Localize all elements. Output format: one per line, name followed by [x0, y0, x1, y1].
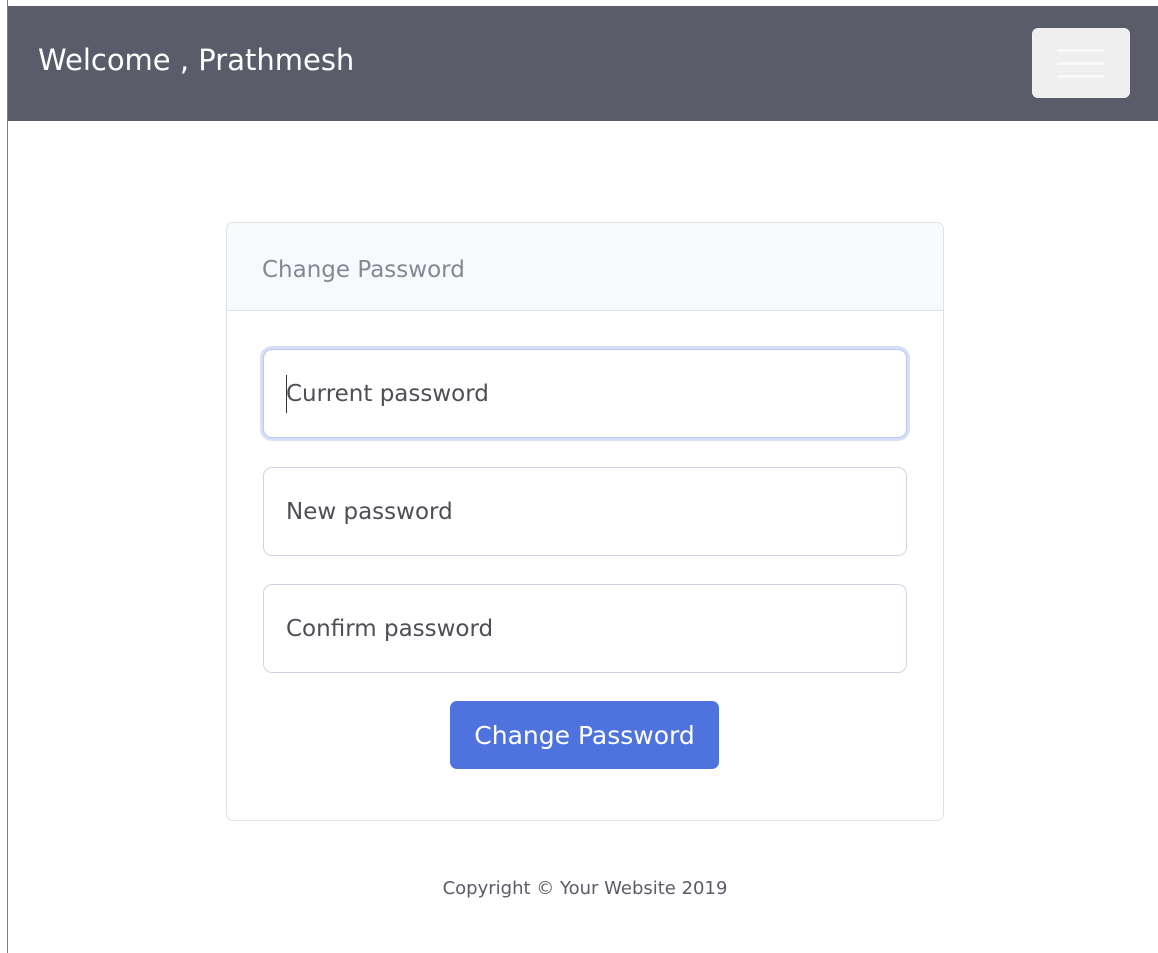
hamburger-menu-icon: [1057, 62, 1105, 65]
change-password-card: Change Password Change Password: [226, 222, 944, 821]
text-caret: [286, 375, 287, 413]
navbar-toggle-button[interactable]: [1032, 28, 1130, 98]
change-password-button[interactable]: Change Password: [450, 701, 719, 769]
footer-copyright: Copyright © Your Website 2019: [442, 878, 728, 899]
current-password-input[interactable]: [263, 349, 907, 438]
confirm-password-input[interactable]: [263, 584, 907, 673]
welcome-brand[interactable]: Welcome , Prathmesh: [38, 42, 354, 78]
new-password-input[interactable]: [263, 467, 907, 556]
hamburger-menu-icon: [1057, 49, 1105, 52]
card-header: Change Password: [227, 223, 943, 311]
top-navbar: Welcome , Prathmesh: [8, 6, 1158, 121]
hamburger-menu-icon: [1057, 75, 1105, 78]
card-title: Change Password: [262, 257, 465, 283]
left-border: [7, 0, 8, 953]
